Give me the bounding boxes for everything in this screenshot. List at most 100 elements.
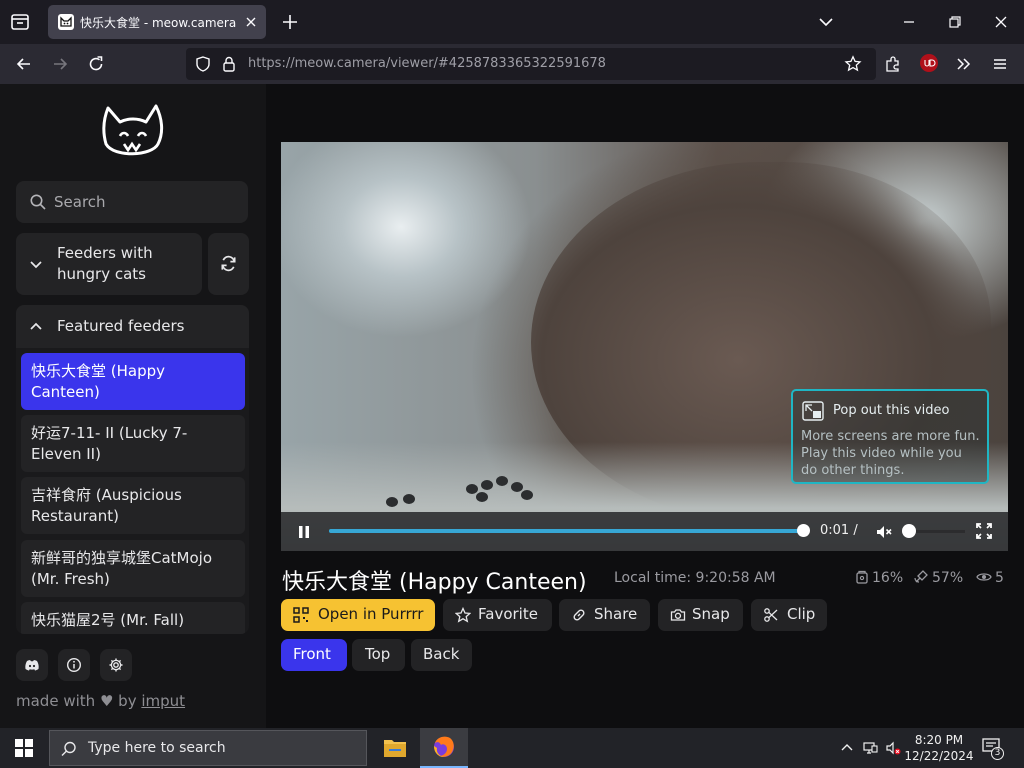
network-icon[interactable] <box>862 740 878 756</box>
popout-title: Pop out this video <box>833 403 950 418</box>
taskbar: Type here to search 8:20 PM 12/22/2024 3 <box>0 728 1024 768</box>
taskbar-search[interactable]: Type here to search <box>49 730 367 766</box>
meow-camera-logo-icon[interactable] <box>96 100 168 164</box>
food-level-stat: 16% <box>855 570 903 586</box>
signal-stat: 57% <box>913 570 963 586</box>
volume-track[interactable] <box>909 530 965 533</box>
list-item[interactable]: 好运7-11- II (Lucky 7-Eleven II) <box>21 415 245 472</box>
feeder-list[interactable]: 快乐大食堂 (Happy Canteen) 好运7-11- II (Lucky … <box>16 348 249 634</box>
new-tab-icon[interactable] <box>280 12 300 32</box>
made-with-credit: made with ♥ by imput <box>16 692 186 710</box>
share-button[interactable]: Share <box>559 599 650 631</box>
discord-button[interactable] <box>16 649 48 681</box>
more-tools-chevrons-icon[interactable] <box>954 54 974 74</box>
back-arrow-icon[interactable] <box>14 54 34 74</box>
search-icon <box>60 740 78 758</box>
list-item[interactable]: 快乐猫屋2号 (Mr. Fall) <box>21 602 245 634</box>
popout-description: More screens are more fun. Play this vid… <box>801 429 980 478</box>
list-all-tabs-icon[interactable] <box>8 10 32 34</box>
kibble <box>496 476 508 486</box>
list-item[interactable]: 吉祥食府 (Auspicious Restaurant) <box>21 477 245 534</box>
search-icon <box>29 193 47 211</box>
camera-video[interactable] <box>281 142 1008 551</box>
favorite-button[interactable]: Favorite <box>443 599 552 631</box>
satellite-icon <box>914 570 928 583</box>
shield-icon[interactable] <box>194 55 212 73</box>
kibble <box>403 494 415 504</box>
notifications-icon[interactable]: 3 <box>982 738 1004 760</box>
time-display: 0:01 / <box>820 523 858 538</box>
cat-favicon-icon <box>58 14 74 30</box>
kibble <box>466 484 478 494</box>
imput-link[interactable]: imput <box>141 692 185 710</box>
info-button[interactable] <box>58 649 90 681</box>
popout-tooltip[interactable]: Pop out this video More screens are more… <box>791 389 989 484</box>
chevron-down-icon[interactable] <box>816 12 836 32</box>
volume-knob[interactable] <box>902 524 916 538</box>
close-window-icon[interactable] <box>991 12 1011 32</box>
volume-muted-icon[interactable] <box>885 740 901 756</box>
muted-speaker-icon[interactable] <box>875 523 893 541</box>
refresh-icon <box>221 255 236 272</box>
pause-icon[interactable] <box>298 525 310 539</box>
viewers-stat: 5 <box>976 570 1004 586</box>
minimize-window-icon[interactable] <box>899 12 919 32</box>
fullscreen-icon[interactable] <box>976 523 992 539</box>
taskbar-search-placeholder: Type here to search <box>88 740 226 756</box>
group-hungry-label: Feeders with hungry cats <box>57 244 153 283</box>
video-controls: 0:01 / <box>281 512 1008 551</box>
close-tab-icon[interactable] <box>242 13 260 31</box>
kibble <box>386 497 398 507</box>
scissors-icon <box>764 608 778 622</box>
camera-icon <box>670 609 686 621</box>
kibble <box>476 492 488 502</box>
snap-button[interactable]: Snap <box>658 599 743 631</box>
progress-fill <box>329 529 803 533</box>
notification-count-badge: 3 <box>991 747 1004 760</box>
settings-button[interactable] <box>100 649 132 681</box>
discord-icon <box>25 660 39 671</box>
camera-title: 快乐大食堂 (Happy Canteen) <box>282 570 587 595</box>
link-icon <box>573 609 585 621</box>
progress-bar[interactable] <box>329 524 810 537</box>
show-hidden-icons-chevron-icon[interactable] <box>839 740 855 756</box>
tab-title: 快乐大食堂 - meow.camera <box>80 16 237 30</box>
view-back-button[interactable]: Back <box>411 639 472 671</box>
local-time: Local time: 9:20:58 AM <box>614 570 776 586</box>
search-input[interactable] <box>54 191 234 213</box>
browser-tab-active[interactable]: 快乐大食堂 - meow.camera <box>48 5 266 39</box>
group-featured-feeders[interactable]: Featured feeders <box>16 305 249 349</box>
firefox-icon[interactable] <box>420 728 468 768</box>
bookmark-star-icon[interactable] <box>844 55 862 73</box>
group-hungry-cats[interactable]: Feeders with hungry cats <box>16 233 202 295</box>
lock-icon[interactable] <box>221 55 237 73</box>
windows-start-icon[interactable] <box>15 739 33 757</box>
progress-knob[interactable] <box>797 524 810 537</box>
address-bar[interactable]: https://meow.camera/viewer/#425878336532… <box>186 48 876 80</box>
list-item[interactable]: 新鲜哥的独享城堡CatMojo (Mr. Fresh) <box>21 540 245 597</box>
kibble <box>481 480 493 490</box>
extensions-puzzle-icon[interactable] <box>883 54 903 74</box>
menu-hamburger-icon[interactable] <box>990 54 1010 74</box>
browser-nav-bar: https://meow.camera/viewer/#425878336532… <box>0 44 1024 84</box>
open-in-purrrr-button[interactable]: Open in Purrrr <box>281 599 435 631</box>
kibble <box>511 482 523 492</box>
search-box[interactable] <box>16 181 248 223</box>
page: Feeders with hungry cats Featured feeder… <box>0 84 1024 728</box>
view-top-button[interactable]: Top <box>352 639 405 671</box>
forward-arrow-icon[interactable] <box>50 54 70 74</box>
food-bag-icon <box>856 570 868 584</box>
browser-tab-bar: 快乐大食堂 - meow.camera <box>0 0 1024 44</box>
refresh-button[interactable] <box>208 233 249 295</box>
reload-icon[interactable] <box>86 54 106 74</box>
qr-code-icon <box>293 607 309 623</box>
restore-window-icon[interactable] <box>945 12 965 32</box>
sidebar: Feeders with hungry cats Featured feeder… <box>0 84 266 728</box>
system-clock[interactable]: 8:20 PM 12/22/2024 <box>904 732 974 764</box>
view-front-button[interactable]: Front <box>281 639 347 671</box>
ublock-extension-icon[interactable] <box>920 54 938 72</box>
clip-button[interactable]: Clip <box>751 599 827 631</box>
eye-icon <box>976 573 992 581</box>
list-item[interactable]: 快乐大食堂 (Happy Canteen) <box>21 353 245 410</box>
file-explorer-icon[interactable] <box>371 728 419 768</box>
